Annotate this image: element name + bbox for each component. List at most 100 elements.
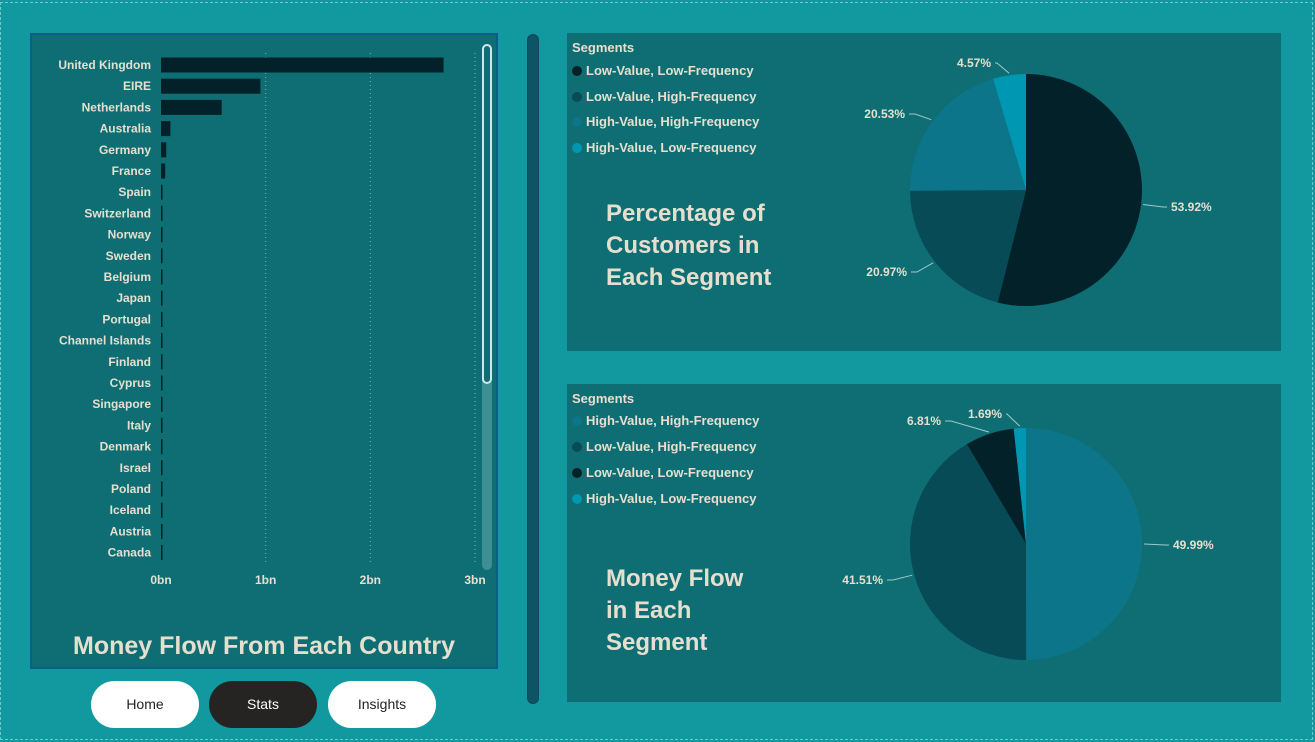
country-bar xyxy=(161,248,163,264)
country-bar xyxy=(161,354,163,370)
bar-chart-scrollbar-thumb[interactable] xyxy=(482,44,492,384)
pie-data-label: 41.51% xyxy=(842,573,883,587)
vertical-divider xyxy=(527,34,539,704)
country-bar xyxy=(161,121,171,137)
country-bar-chart: 0bn 1bn 2bn 3bn United Kingdom EIRE Netherland… xyxy=(58,53,486,587)
country-label: Cyprus xyxy=(110,376,152,390)
country-bar xyxy=(161,142,167,158)
country-bar xyxy=(161,163,166,179)
pie2-title: Money Flow in Each Segment xyxy=(606,563,806,659)
legend-dot-icon xyxy=(572,416,582,426)
country-label: EIRE xyxy=(123,79,151,93)
country-label: Canada xyxy=(108,546,152,560)
country-label: France xyxy=(112,164,152,178)
legend-dot-icon xyxy=(572,117,582,127)
pie1-legend-item[interactable]: Low-Value, High-Frequency xyxy=(572,89,756,104)
legend-label: Low-Value, High-Frequency xyxy=(586,439,757,454)
country-bar xyxy=(161,57,444,73)
legend-label: High-Value, High-Frequency xyxy=(586,114,760,129)
pie1-legend-item[interactable]: Low-Value, Low-Frequency xyxy=(572,63,754,78)
bar-chart-title: Money Flow From Each Country xyxy=(73,632,455,660)
country-bar xyxy=(161,396,163,412)
pie2-title-line: Segment xyxy=(606,629,708,656)
country-bar xyxy=(161,78,261,94)
pie-leader-line xyxy=(911,262,934,273)
pie1-legend-item[interactable]: High-Value, High-Frequency xyxy=(572,114,759,129)
x-tick-label: 0bn xyxy=(150,573,171,587)
country-bar xyxy=(161,481,163,497)
country-label: Japan xyxy=(116,291,151,305)
country-label: Finland xyxy=(108,355,151,369)
x-tick-label: 1bn xyxy=(255,573,276,587)
country-label: Portugal xyxy=(102,312,151,326)
legend-dot-icon xyxy=(572,66,582,76)
pie2-legend-title: Segments xyxy=(572,391,635,406)
legend-dot-icon xyxy=(572,92,582,102)
country-label: Switzerland xyxy=(84,206,151,220)
country-bar xyxy=(161,417,163,433)
pie2-legend-item[interactable]: High-Value, Low-Frequency xyxy=(572,491,756,506)
pie2-legend-item[interactable]: Low-Value, High-Frequency xyxy=(572,439,756,454)
legend-dot-icon xyxy=(572,494,582,504)
country-label: Belgium xyxy=(104,270,151,284)
country-bar xyxy=(161,184,163,200)
pie1-title: Percentage of Customers in Each Segment xyxy=(606,198,806,294)
pie-data-label: 20.97% xyxy=(866,265,907,279)
country-label: Spain xyxy=(118,185,151,199)
pie-leader-line xyxy=(945,420,990,433)
country-label: Israel xyxy=(120,461,151,475)
pie-data-label: 49.99% xyxy=(1173,538,1214,552)
country-label: Australia xyxy=(100,122,152,136)
country-bar xyxy=(161,99,222,115)
country-bar xyxy=(161,290,163,306)
country-bar xyxy=(161,375,163,391)
legend-label: Low-Value, Low-Frequency xyxy=(586,63,754,78)
legend-label: High-Value, High-Frequency xyxy=(586,413,760,428)
pie2-legend-item[interactable]: High-Value, High-Frequency xyxy=(572,413,759,428)
legend-label: Low-Value, High-Frequency xyxy=(586,89,757,104)
pie-leader-line xyxy=(909,113,932,121)
country-label: Iceland xyxy=(110,503,151,517)
country-label: Channel Islands xyxy=(59,334,151,348)
country-bar xyxy=(161,460,163,476)
country-label: United Kingdom xyxy=(58,58,151,72)
pie2-legend-item[interactable]: Low-Value, Low-Frequency xyxy=(572,465,754,480)
insights-button[interactable]: Insights xyxy=(328,681,436,728)
legend-dot-icon xyxy=(572,442,582,452)
money-flow-segment-pie-panel: 49.99% 41.51% 6.81% 1.69% Segments High-Val… xyxy=(567,384,1281,702)
customer-segment-pie-chart: 53.92% 20.97% 20.53% 4.57% xyxy=(864,56,1212,306)
country-label: Italy xyxy=(127,418,151,432)
pie-leader-line xyxy=(1006,413,1021,427)
x-tick-label: 3bn xyxy=(464,573,485,587)
country-bar xyxy=(161,439,163,455)
country-bar-chart-panel: 0bn 1bn 2bn 3bn United Kingdom EIRE Netherland… xyxy=(30,33,498,669)
x-tick-label: 2bn xyxy=(360,573,381,587)
legend-label: Low-Value, Low-Frequency xyxy=(586,465,754,480)
legend-dot-icon xyxy=(572,468,582,478)
country-bar xyxy=(161,545,163,561)
country-label: Sweden xyxy=(106,249,151,263)
pie-data-label: 6.81% xyxy=(907,414,941,428)
country-label: Denmark xyxy=(100,440,152,454)
pie-leader-line xyxy=(995,62,1010,74)
pie2-title-line: Money Flow xyxy=(606,565,744,592)
country-label: Germany xyxy=(99,143,151,157)
pie-leader-line xyxy=(887,574,913,581)
pie-data-label: 53.92% xyxy=(1171,200,1212,214)
customer-segment-pie-panel: 53.92% 20.97% 20.53% 4.57% Segments Low-Val… xyxy=(567,33,1281,351)
country-bar xyxy=(161,227,163,243)
country-bar xyxy=(161,333,163,349)
country-bar xyxy=(161,205,163,221)
pie1-legend-item[interactable]: High-Value, Low-Frequency xyxy=(572,140,756,155)
pie1-title-line: Percentage of xyxy=(606,200,765,227)
country-bar xyxy=(161,269,163,285)
pie2-title-line: in Each xyxy=(606,597,692,624)
home-button[interactable]: Home xyxy=(91,681,199,728)
pie-data-label: 4.57% xyxy=(957,56,991,70)
pie-data-label: 20.53% xyxy=(864,107,905,121)
pie1-title-line: Each Segment xyxy=(606,264,772,291)
pie-leader-line xyxy=(1143,204,1167,208)
legend-label: High-Value, Low-Frequency xyxy=(586,491,757,506)
stats-button[interactable]: Stats xyxy=(209,681,317,728)
legend-dot-icon xyxy=(572,143,582,153)
